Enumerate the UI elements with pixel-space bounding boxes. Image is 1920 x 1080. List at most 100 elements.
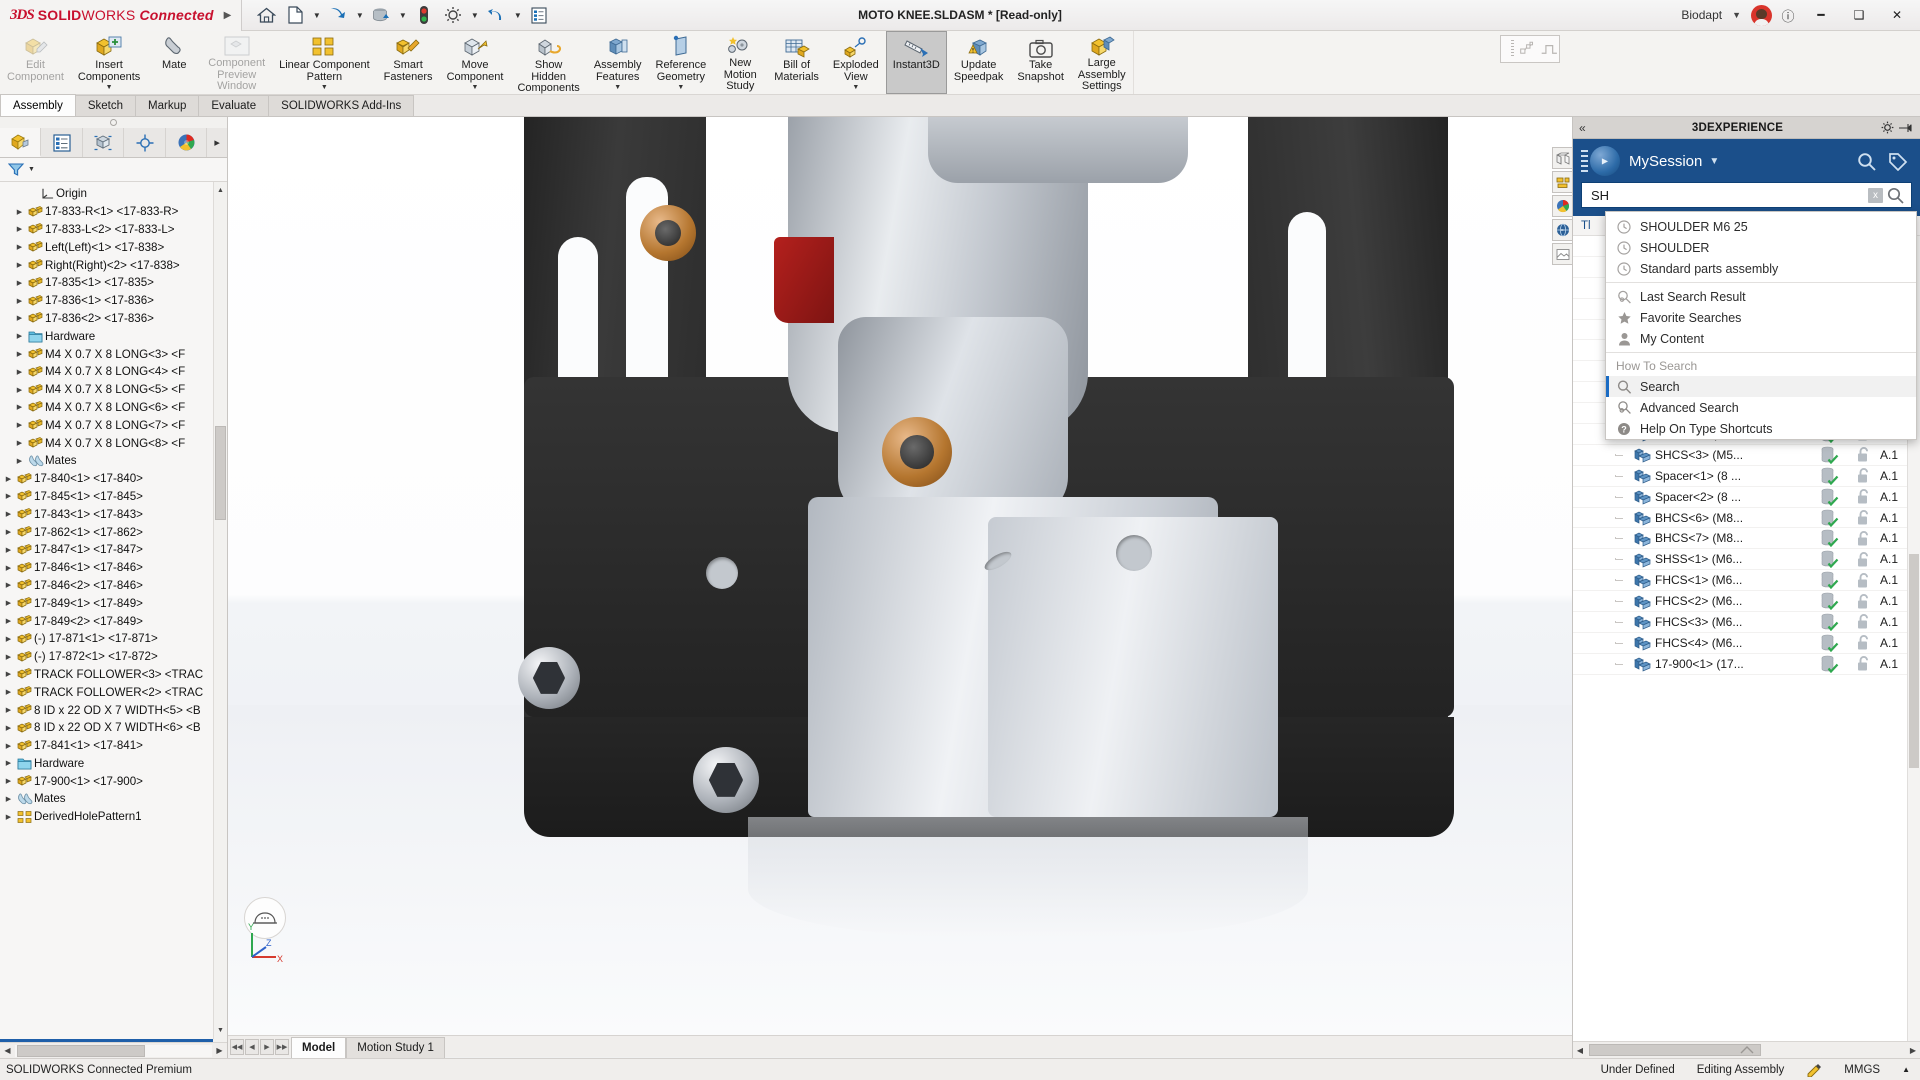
- feature-tree-item[interactable]: ▶ 17-846<1> <17-846>: [0, 559, 227, 577]
- panel-splitter-handle[interactable]: [0, 117, 227, 128]
- feature-tree-scrollbar[interactable]: ▲ ▼: [213, 182, 227, 1039]
- view-settings-tab[interactable]: [1552, 243, 1572, 265]
- brand-expand-chevron-icon[interactable]: ▶: [224, 10, 232, 21]
- feature-tree-item[interactable]: ▶ 17-900<1> <17-900>: [0, 772, 227, 790]
- feature-tree-item[interactable]: ▶ 17-846<2> <17-846>: [0, 577, 227, 595]
- tree-expand-arrow-icon[interactable]: ▶: [13, 243, 26, 251]
- tree-expand-arrow-icon[interactable]: ▶: [13, 386, 26, 394]
- feature-tree-scroll-thumb[interactable]: [215, 426, 226, 520]
- view-orientation-tab[interactable]: [1552, 147, 1572, 169]
- 3dexperience-tree-row[interactable]: FHCS<2> (M6... A.1: [1573, 591, 1920, 613]
- ribbon-button-bill-of-materials[interactable]: Bill of Materials: [767, 31, 826, 94]
- tree-expand-arrow-icon[interactable]: ▶: [2, 706, 15, 714]
- tree-expand-arrow-icon[interactable]: ▶: [2, 688, 15, 696]
- feature-tree-item[interactable]: ▶ M4 X 0.7 X 8 LONG<4> <F: [0, 363, 227, 381]
- filter-dropdown-icon[interactable]: ▼: [28, 166, 35, 173]
- feature-tree-item[interactable]: ▶ 8 ID x 22 OD X 7 WIDTH<6> <B: [0, 719, 227, 737]
- rp-hscroll-right-icon[interactable]: ▶: [1906, 1046, 1920, 1055]
- ribbon-button-dropdown-icon[interactable]: ▼: [677, 84, 684, 91]
- tree-expand-arrow-icon[interactable]: ▶: [13, 368, 26, 376]
- tree-expand-arrow-icon[interactable]: ▶: [2, 813, 15, 821]
- suggestion-item[interactable]: My Content: [1606, 328, 1916, 349]
- suggestion-item[interactable]: Search: [1606, 376, 1916, 397]
- tab-sketch[interactable]: Sketch: [74, 95, 137, 116]
- tree-expand-arrow-icon[interactable]: ▶: [2, 599, 15, 607]
- 3dexperience-tree-row[interactable]: SHSS<1> (M6... A.1: [1573, 549, 1920, 571]
- tree-expand-arrow-icon[interactable]: ▶: [13, 350, 26, 358]
- ribbon-button-large-assembly-settings[interactable]: Large Assembly Settings: [1071, 31, 1133, 94]
- filter-funnel-icon[interactable]: [8, 162, 25, 177]
- tree-expand-arrow-icon[interactable]: ▶: [13, 279, 26, 287]
- feature-tree[interactable]: ▲ ▼ Origin ▶ 17-833-R<1> <17-833-R> ▶ 17-833…: [0, 182, 227, 1039]
- suggestion-item[interactable]: Last Search Result: [1606, 286, 1916, 307]
- user-account-label[interactable]: Biodapt: [1681, 8, 1722, 22]
- tree-expand-arrow-icon[interactable]: ▶: [2, 742, 15, 750]
- feature-tree-item[interactable]: ▶ TRACK FOLLOWER<2> <TRAC: [0, 683, 227, 701]
- feature-tree-item[interactable]: ▶ (-) 17-871<1> <17-871>: [0, 630, 227, 648]
- tree-expand-arrow-icon[interactable]: ▶: [13, 421, 26, 429]
- tab-prev-icon[interactable]: ◀: [245, 1038, 259, 1055]
- feature-tree-item[interactable]: ▶ 17-836<1> <17-836>: [0, 292, 227, 310]
- 3dexperience-tree-row[interactable]: Spacer<1> (8 ... A.1: [1573, 466, 1920, 487]
- tree-expand-arrow-icon[interactable]: ▶: [2, 528, 15, 536]
- unlocked-icon[interactable]: [1846, 572, 1880, 589]
- configuration-manager-tab[interactable]: [83, 128, 125, 157]
- submit-search-icon[interactable]: [1883, 187, 1907, 204]
- unlocked-icon[interactable]: [1846, 509, 1880, 526]
- tree-expand-arrow-icon[interactable]: ▶: [2, 724, 15, 732]
- undo-icon[interactable]: [482, 2, 510, 28]
- unlocked-icon[interactable]: [1846, 551, 1880, 568]
- unlocked-icon[interactable]: [1846, 634, 1880, 651]
- tab-next-icon[interactable]: ▶: [260, 1038, 274, 1055]
- 3dexperience-tree-row[interactable]: Spacer<2> (8 ... A.1: [1573, 487, 1920, 508]
- feature-tree-item[interactable]: Origin: [0, 185, 227, 203]
- feature-tree-item[interactable]: ▶ Mates: [0, 790, 227, 808]
- database-dropdown-icon[interactable]: ▼: [396, 2, 409, 28]
- units-label[interactable]: MMGS: [1844, 1064, 1880, 1076]
- ribbon-button-new-motion-study[interactable]: New Motion Study: [713, 31, 767, 94]
- ribbon-button-insert-components[interactable]: Insert Components ▼: [71, 31, 147, 94]
- feature-tree-item[interactable]: ▶ 17-849<1> <17-849>: [0, 594, 227, 612]
- save-to-3dexperience-icon[interactable]: [324, 2, 352, 28]
- 3dexperience-tree-hscrollbar[interactable]: ◀ ▶: [1573, 1041, 1920, 1058]
- feature-tree-item[interactable]: ▶ 17-843<1> <17-843>: [0, 505, 227, 523]
- exploded-view-small-icon[interactable]: [1519, 40, 1536, 58]
- feature-tree-item[interactable]: ▶ 17-862<1> <17-862>: [0, 523, 227, 541]
- feature-tree-item[interactable]: ▶ M4 X 0.7 X 8 LONG<3> <F: [0, 345, 227, 363]
- feature-tree-item[interactable]: ▶ 17-847<1> <17-847>: [0, 541, 227, 559]
- bottom-tab-motion-study-1[interactable]: Motion Study 1: [346, 1036, 445, 1058]
- minimize-button[interactable]: ━: [1804, 1, 1838, 30]
- panel-search-icon[interactable]: [1857, 152, 1876, 171]
- property-manager-tab[interactable]: [41, 128, 83, 157]
- feature-tree-item[interactable]: ▶ M4 X 0.7 X 8 LONG<8> <F: [0, 434, 227, 452]
- hscroll-track[interactable]: [15, 1044, 212, 1057]
- tree-expand-arrow-icon[interactable]: ▶: [13, 297, 26, 305]
- options-gear-icon[interactable]: [439, 2, 467, 28]
- tab-evaluate[interactable]: Evaluate: [198, 95, 270, 116]
- ribbon-button-dropdown-icon[interactable]: ▼: [852, 84, 859, 91]
- ribbon-button-linear-component-pattern[interactable]: Linear Component Pattern ▼: [272, 31, 377, 94]
- restore-button[interactable]: ❑: [1842, 1, 1876, 30]
- suggestion-item[interactable]: ? Help On Type Shortcuts: [1606, 418, 1916, 439]
- feature-tree-item[interactable]: ▶ Left(Left)<1> <17-838>: [0, 238, 227, 256]
- feature-tree-item[interactable]: ▶ 17-840<1> <17-840>: [0, 470, 227, 488]
- tree-expand-arrow-icon[interactable]: ▶: [13, 225, 26, 233]
- tree-expand-arrow-icon[interactable]: ▶: [2, 777, 15, 785]
- units-dropdown-icon[interactable]: ▲: [1902, 1065, 1910, 1074]
- rp-hscroll-thumb[interactable]: [1589, 1044, 1761, 1056]
- feature-tree-item[interactable]: ▶ Hardware: [0, 755, 227, 773]
- rp-hscroll-left-icon[interactable]: ◀: [1573, 1046, 1587, 1055]
- feature-tree-item[interactable]: ▶ (-) 17-872<1> <17-872>: [0, 648, 227, 666]
- collapse-panel-icon[interactable]: «: [1579, 121, 1597, 135]
- dimxpert-manager-tab[interactable]: [124, 128, 166, 157]
- unlocked-icon[interactable]: [1846, 593, 1880, 610]
- hscroll-right-icon[interactable]: ▶: [212, 1046, 227, 1055]
- feature-tree-item[interactable]: ▶ 8 ID x 22 OD X 7 WIDTH<5> <B: [0, 701, 227, 719]
- feature-tree-item[interactable]: ▶ 17-833-L<2> <17-833-L>: [0, 221, 227, 239]
- suggestion-item[interactable]: Favorite Searches: [1606, 307, 1916, 328]
- ribbon-button-dropdown-icon[interactable]: ▼: [472, 84, 479, 91]
- suggestion-item[interactable]: Standard parts assembly: [1606, 258, 1916, 279]
- ribbon-button-dropdown-icon[interactable]: ▼: [106, 84, 113, 91]
- tree-expand-arrow-icon[interactable]: ▶: [13, 261, 26, 269]
- tab-first-icon[interactable]: ◀◀: [230, 1038, 244, 1055]
